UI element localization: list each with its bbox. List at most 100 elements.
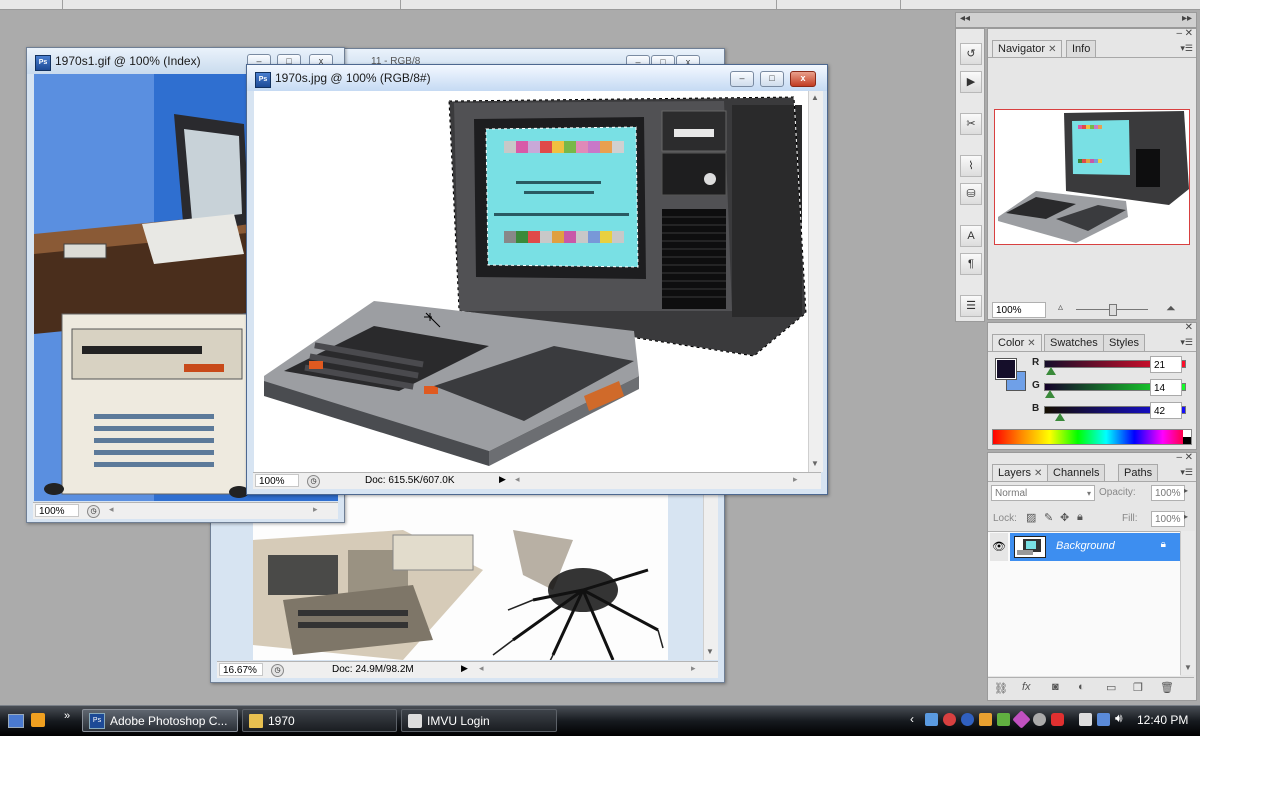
layer-style-icon[interactable]: fx — [1022, 681, 1031, 693]
network-tray-icon[interactable] — [925, 713, 938, 726]
scroll-right-icon[interactable]: ▸ — [313, 504, 318, 515]
green-value-field[interactable]: 14 — [1150, 379, 1182, 396]
lock-image-icon[interactable]: ✎ — [1044, 511, 1053, 524]
new-layer-icon[interactable]: ❐ — [1133, 681, 1143, 694]
close-button[interactable]: x — [790, 71, 816, 87]
status-menu-arrow-icon[interactable]: ▶ — [499, 474, 506, 485]
show-desktop-icon[interactable] — [8, 714, 24, 728]
status-info-icon[interactable]: ◷ — [87, 505, 100, 518]
vertical-scrollbar[interactable]: ▲ ▼ — [808, 91, 823, 472]
lock-all-icon[interactable]: 🔒︎ — [1077, 511, 1083, 524]
fill-arrow-icon[interactable]: ▸ — [1184, 512, 1188, 521]
layer-name[interactable]: Background — [1056, 540, 1115, 552]
lock-transparency-icon[interactable]: ▨ — [1026, 511, 1036, 524]
status-bar: 16.67% ◷ Doc: 24.9M/98.2M ▶ ◂ ▸ — [217, 661, 718, 678]
navigator-view-box[interactable] — [994, 109, 1190, 245]
zoom-in-icon[interactable]: ⏶ — [1166, 301, 1176, 316]
blend-mode-select[interactable]: Normal ▾ — [991, 485, 1095, 501]
lock-position-icon[interactable]: ✥ — [1060, 511, 1069, 524]
navigator-zoom-field[interactable]: 100% — [992, 302, 1046, 318]
actions-icon[interactable]: ▶ — [960, 71, 982, 93]
opacity-field[interactable]: 100% — [1151, 485, 1185, 501]
bluetooth-tray-icon[interactable] — [961, 713, 974, 726]
status-info-icon[interactable]: ◷ — [271, 664, 284, 677]
character-icon[interactable]: A — [960, 225, 982, 247]
navigator-preview[interactable] — [994, 109, 1190, 245]
layer-visibility-toggle[interactable]: 👁︎ — [990, 533, 1008, 561]
panel-menu-icon[interactable]: ▾☰ — [1180, 467, 1193, 478]
jpg-canvas[interactable] — [254, 91, 808, 472]
history-icon[interactable]: ↺ — [960, 43, 982, 65]
volume-tray-icon[interactable]: 🔊︎ — [1115, 711, 1123, 726]
clone-source-icon[interactable]: ⛁ — [960, 183, 982, 205]
green-slider-thumb[interactable] — [1045, 390, 1055, 398]
collapse-dock-icon[interactable]: ◂◂ — [960, 13, 970, 24]
layers-scrollbar[interactable]: ▼ — [1180, 531, 1195, 675]
zoom-field[interactable]: 16.67% — [219, 663, 263, 676]
tab-channels[interactable]: Channels — [1047, 464, 1106, 481]
panel-menu-icon[interactable]: ▾☰ — [1180, 337, 1193, 348]
opacity-arrow-icon[interactable]: ▸ — [1184, 486, 1188, 495]
document-title-bar[interactable]: Ps 1970s.jpg @ 100% (RGB/8#) – □ x — [247, 65, 827, 91]
scroll-left-icon[interactable]: ◂ — [479, 663, 484, 674]
tab-layers[interactable]: Layers ✕ — [992, 464, 1049, 481]
notes-icon[interactable]: ☰ — [960, 295, 982, 317]
scroll-left-icon[interactable]: ◂ — [515, 474, 520, 485]
quicklaunch-overflow-icon[interactable]: » — [64, 710, 70, 722]
tab-swatches[interactable]: Swatches — [1044, 334, 1104, 351]
update-tray-icon[interactable] — [979, 713, 992, 726]
brushes-icon[interactable]: ⌇ — [960, 155, 982, 177]
layer-background-row[interactable]: Background 🔒︎ — [1010, 533, 1180, 561]
delete-layer-icon[interactable]: 🗑︎ — [1160, 681, 1174, 694]
tab-paths[interactable]: Paths — [1118, 464, 1159, 481]
zoom-field[interactable]: 100% — [35, 504, 79, 517]
blue-value-field[interactable]: 42 — [1150, 402, 1182, 419]
blue-slider-thumb[interactable] — [1055, 413, 1065, 421]
scroll-right-icon[interactable]: ▸ — [691, 663, 696, 674]
foreground-color-swatch[interactable] — [995, 358, 1017, 380]
taskbar-clock[interactable]: 12:40 PM — [1137, 713, 1188, 727]
panel-dock-header[interactable]: ◂◂ ▸▸ — [955, 12, 1197, 28]
status-info-icon[interactable]: ◷ — [307, 475, 320, 488]
expand-dock-icon[interactable]: ▸▸ — [1182, 13, 1192, 24]
device-tray-icon[interactable] — [1079, 713, 1092, 726]
fill-field[interactable]: 100% — [1151, 511, 1185, 527]
red-value-field[interactable]: 21 — [1150, 356, 1182, 373]
security-tray-icon[interactable] — [943, 713, 956, 726]
taskbar-folder-1970[interactable]: 1970 — [242, 709, 397, 732]
panel-menu-icon[interactable]: ▾☰ — [1180, 43, 1193, 54]
color-spectrum-bar[interactable] — [992, 429, 1192, 445]
taskbar-photoshop[interactable]: Ps Adobe Photoshop C... — [82, 709, 238, 732]
collapsed-panel-strip: ↺ ▶ ✂ ⌇ ⛁ A ¶ ☰ — [955, 28, 985, 322]
link-layers-icon[interactable]: ⛓ — [994, 682, 1008, 695]
zoom-out-icon[interactable]: ▵ — [1058, 302, 1063, 313]
tab-navigator[interactable]: Navigator ✕ — [992, 40, 1063, 57]
tray-expand-icon[interactable]: ‹ — [910, 712, 914, 726]
display-tray-icon[interactable] — [1097, 713, 1110, 726]
maximize-button[interactable]: □ — [760, 71, 784, 87]
gem-tray-icon[interactable] — [1012, 710, 1031, 729]
navigator-zoom-thumb[interactable] — [1109, 304, 1117, 316]
status-menu-arrow-icon[interactable]: ▶ — [461, 663, 468, 674]
app-tray-icon[interactable] — [997, 713, 1010, 726]
document-window-jpg[interactable]: Ps 1970s.jpg @ 100% (RGB/8#) – □ x ▲ ▼ 1… — [246, 64, 828, 495]
disk-tray-icon[interactable] — [1033, 713, 1046, 726]
red-slider-thumb[interactable] — [1046, 367, 1056, 375]
folder-icon — [249, 713, 263, 728]
tab-info[interactable]: Info — [1066, 40, 1097, 57]
tool-presets-icon[interactable]: ✂ — [960, 113, 982, 135]
scroll-right-icon[interactable]: ▸ — [793, 474, 798, 485]
tab-color[interactable]: Color ✕ — [992, 334, 1042, 351]
zoom-field[interactable]: 100% — [255, 474, 299, 487]
alert-tray-icon[interactable] — [1051, 713, 1064, 726]
layers-footer: ⛓ fx ◙ ◐ ▭ ❐ 🗑︎ — [988, 677, 1194, 700]
paragraph-icon[interactable]: ¶ — [960, 253, 982, 275]
layer-mask-icon[interactable]: ◙ — [1052, 681, 1059, 693]
taskbar-imvu-login[interactable]: IMVU Login — [401, 709, 557, 732]
tab-styles[interactable]: Styles — [1103, 334, 1145, 351]
media-player-icon[interactable] — [31, 713, 45, 727]
adjustment-layer-icon[interactable]: ◐ — [1078, 681, 1085, 693]
scroll-left-icon[interactable]: ◂ — [109, 504, 114, 515]
minimize-button[interactable]: – — [730, 71, 754, 87]
new-group-icon[interactable]: ▭ — [1106, 681, 1116, 694]
